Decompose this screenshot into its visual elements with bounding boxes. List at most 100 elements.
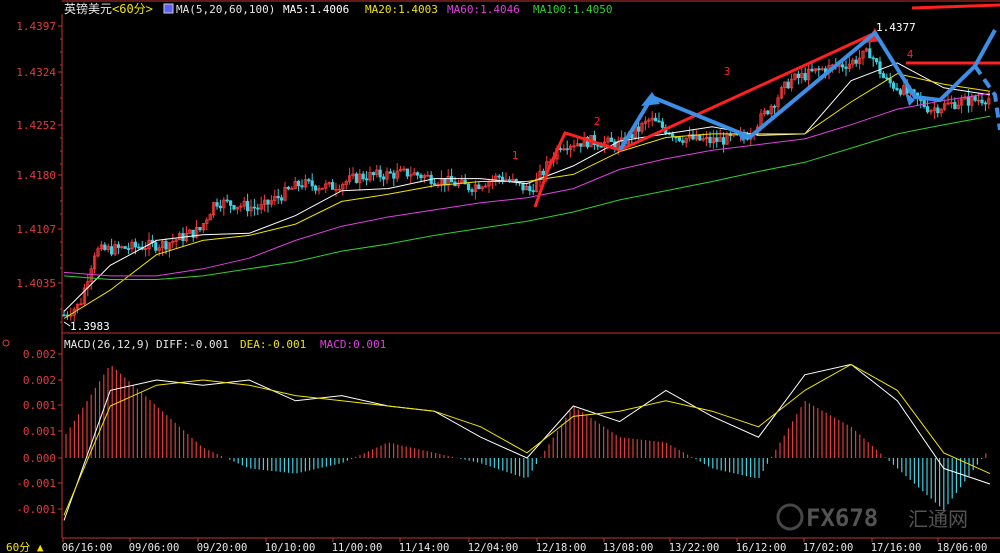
candle-body: [307, 179, 311, 182]
high-price-label: 1.4377: [876, 21, 916, 34]
candle-body: [786, 81, 790, 89]
candle-body: [466, 183, 471, 191]
candle-body: [844, 66, 848, 69]
candle-body: [657, 120, 661, 123]
candle-body: [881, 73, 886, 79]
macd-tick-label: 0.002: [23, 374, 56, 387]
ma-spec-label: MA(5,20,60,100): [176, 3, 275, 16]
candle-body: [279, 197, 284, 201]
candle-body: [110, 246, 114, 255]
ma5-value: MA5:1.4006: [283, 3, 349, 16]
candle-body: [521, 182, 525, 191]
macd-hist-value: MACD:0.001: [320, 338, 386, 351]
candle-body: [364, 178, 369, 181]
candle-body: [507, 179, 512, 182]
candle-body: [953, 102, 957, 109]
candle-body: [256, 207, 260, 210]
candle-body: [871, 57, 875, 60]
candle-body: [885, 77, 889, 80]
candle-body: [449, 175, 454, 183]
ma100-value: MA100:1.4050: [533, 3, 612, 16]
watermark-logo-icon: [776, 503, 804, 531]
candle-body: [252, 206, 256, 209]
macd-tick-label: 0.000: [23, 452, 56, 465]
watermark-text: FX678: [806, 504, 878, 532]
candle-body: [500, 176, 505, 181]
candle-body: [654, 117, 658, 122]
price-tick-label: 1.4180: [16, 169, 56, 182]
ma20-line: [63, 73, 991, 319]
candle-body: [419, 174, 423, 179]
candle-body: [599, 145, 603, 148]
macd-tick-label: 0.002: [23, 348, 56, 361]
candle-body: [276, 196, 280, 199]
price-tick-label: 1.4035: [16, 277, 56, 290]
candle-body: [116, 244, 120, 248]
candle-body: [225, 199, 229, 202]
price-tick-label: 1.4252: [16, 119, 56, 132]
x-tick-label: 12/18:00: [536, 542, 587, 553]
x-tick-label: 09/06:00: [129, 542, 180, 553]
price-chart[interactable]: 1.4397 1.4324 1.4252 1.4180 1.4107 1.4035 0.00…: [0, 0, 1000, 553]
candle-body: [361, 173, 365, 180]
symbol-label: 英镑美元: [64, 1, 112, 16]
period-button: 60分 ▲: [6, 541, 44, 553]
candle-body: [609, 137, 614, 143]
x-tick-label: 11/00:00: [332, 542, 383, 553]
macd-tick-label: -0.001: [16, 503, 56, 516]
x-tick-label: 13/22:00: [669, 542, 720, 553]
candle-body: [133, 241, 137, 248]
candle-body: [888, 78, 892, 84]
candle-body: [708, 136, 712, 144]
candle-body: [415, 172, 420, 176]
macd-settings-icon[interactable]: [2, 339, 10, 347]
x-tick-label: 13/08:00: [603, 542, 654, 553]
ma60-line: [63, 92, 991, 277]
candle-body: [232, 205, 236, 210]
candle-body: [722, 137, 726, 145]
candle-body: [215, 202, 219, 207]
candle-body: [313, 185, 318, 191]
ma-icon[interactable]: [163, 3, 174, 14]
candle-body: [198, 226, 202, 231]
ma5-line: [63, 62, 991, 312]
wave-label: 3: [724, 65, 731, 78]
candle-body: [966, 96, 971, 106]
x-tick-label: 06/16:00: [62, 542, 113, 553]
macd-dea-value: DEA:-0.001: [240, 338, 306, 351]
candle-body: [973, 96, 977, 101]
candle-body: [892, 82, 896, 89]
candle-body: [841, 64, 845, 68]
x-tick-label: 18/06:00: [937, 542, 988, 553]
ma60-value: MA60:1.4046: [447, 3, 520, 16]
x-tick-label: 12/04:00: [468, 542, 519, 553]
candle-body: [875, 58, 879, 63]
low-price-label: 1.3983: [70, 320, 110, 333]
chart-window: 1.4397 1.4324 1.4252 1.4180 1.4107 1.4035 0.00…: [0, 0, 1000, 553]
price-tick-label: 1.4397: [16, 20, 56, 33]
candle-body: [531, 190, 535, 193]
candle-body: [137, 246, 141, 249]
candle-body: [773, 105, 777, 108]
x-tick-label: 17/02:00: [803, 542, 854, 553]
candle-body: [300, 185, 304, 188]
candle-body: [245, 200, 250, 212]
candle-body: [477, 184, 481, 190]
x-tick-label: 16/12:00: [736, 542, 787, 553]
candle-body: [637, 126, 641, 132]
candle-body: [803, 73, 807, 81]
candle-body: [388, 171, 393, 174]
watermark-suffix: 汇通网: [908, 507, 968, 531]
candle-body: [497, 175, 501, 178]
candle-body: [715, 137, 719, 142]
price-tick-label: 1.4324: [16, 66, 56, 79]
candle-body: [698, 134, 702, 141]
macd-tick-label: 0.001: [23, 425, 56, 438]
candle-body: [558, 148, 563, 150]
macd-tick-label: -0.001: [16, 477, 56, 490]
candle-body: [878, 61, 882, 74]
candle-body: [266, 199, 270, 205]
wave-label: 2: [594, 115, 601, 128]
candle-body: [381, 176, 386, 180]
red-top-line: [911, 3, 1000, 10]
